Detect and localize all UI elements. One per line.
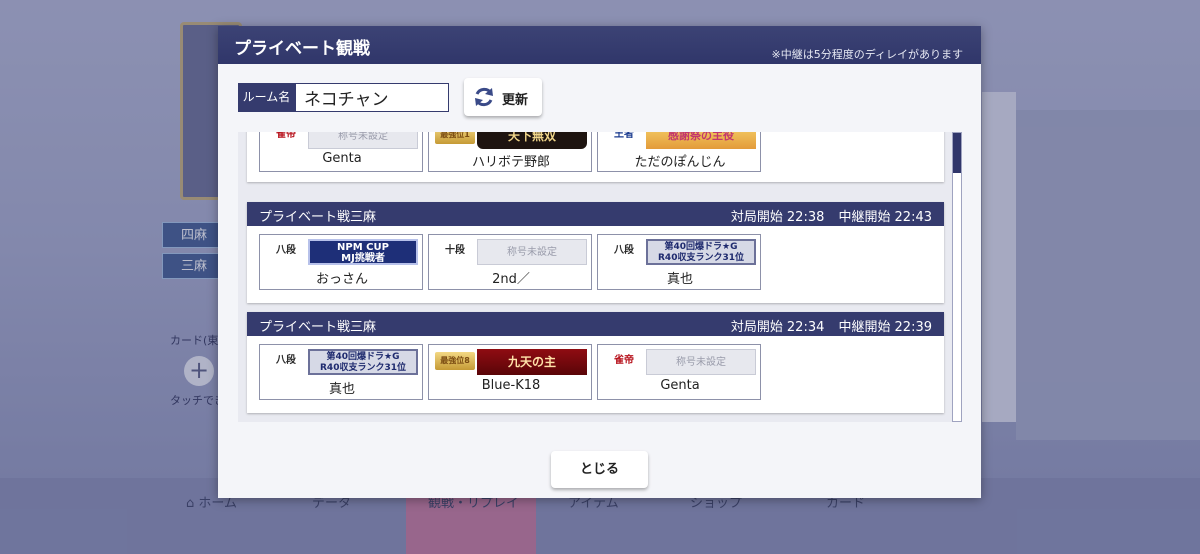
player-name: Genta bbox=[660, 378, 700, 393]
match-header: プライベート戦三麻 対局開始 22:34 中継開始 22:39 bbox=[247, 312, 944, 336]
refresh-label: 更新 bbox=[502, 93, 529, 108]
rank-badge: 王者 bbox=[614, 132, 634, 140]
title-plate: 天下無双 bbox=[477, 132, 587, 149]
match-card[interactable]: 雀帝 称号未設定 Genta 最強位1 天下無双 ハリボテ野郎 王者 感謝祭の主… bbox=[247, 132, 944, 182]
player-name: Genta bbox=[322, 151, 362, 166]
match-card[interactable]: プライベート戦三麻 対局開始 22:34 中継開始 22:39 八段 第40回爆ドラ… bbox=[247, 312, 944, 413]
player-card[interactable]: 八段 NPM CUP MJ挑戦者 おっさん bbox=[259, 234, 423, 290]
player-name: 2nd／ bbox=[492, 272, 530, 287]
title-plate: 第40回爆ドラ★G R40収支ランク31位 bbox=[646, 239, 756, 265]
player-name: Blue-K18 bbox=[481, 378, 541, 393]
dialog-header: プライベート観戦 ※中継は5分程度のディレイがあります bbox=[218, 26, 981, 64]
rank-badge: 八段 bbox=[276, 355, 296, 366]
title-plate: 称号未設定 bbox=[477, 239, 587, 265]
player-card[interactable]: 雀帝 称号未設定 Genta bbox=[597, 344, 761, 400]
player-name: ただのぽんじん bbox=[634, 155, 726, 170]
scrollbar-thumb[interactable] bbox=[953, 133, 961, 173]
player-name: ハリボテ野郎 bbox=[471, 155, 550, 170]
rank-badge: 最強位1 bbox=[435, 132, 475, 144]
player-card[interactable]: 最強位8 九天の主 Blue-K18 bbox=[428, 344, 592, 400]
private-watch-dialog: プライベート観戦 ※中継は5分程度のディレイがあります ルーム名 更新 雀帝 称… bbox=[218, 26, 981, 498]
room-name-label: ルーム名 bbox=[238, 83, 295, 112]
match-times: 対局開始 22:38 中継開始 22:43 bbox=[730, 210, 932, 225]
rank-badge: 最強位8 bbox=[435, 352, 475, 370]
player-card[interactable]: 八段 第40回爆ドラ★G R40収支ランク31位 真也 bbox=[259, 344, 423, 400]
player-card[interactable]: 十段 称号未設定 2nd／ bbox=[428, 234, 592, 290]
refresh-button[interactable]: 更新 bbox=[464, 78, 542, 116]
match-title: プライベート戦三麻 bbox=[259, 320, 377, 335]
rank-badge: 八段 bbox=[276, 245, 296, 256]
title-plate: 称号未設定 bbox=[308, 132, 418, 149]
player-card[interactable]: 王者 感謝祭の主役 ただのぽんじん bbox=[597, 132, 761, 172]
match-times: 対局開始 22:34 中継開始 22:39 bbox=[730, 320, 932, 335]
title-plate: 第40回爆ドラ★G R40収支ランク31位 bbox=[308, 349, 418, 375]
player-card[interactable]: 最強位1 天下無双 ハリボテ野郎 bbox=[428, 132, 592, 172]
player-card[interactable]: 八段 第40回爆ドラ★G R40収支ランク31位 真也 bbox=[597, 234, 761, 290]
title-plate: 九天の主 bbox=[477, 349, 587, 375]
title-plate: 称号未設定 bbox=[646, 349, 756, 375]
player-card[interactable]: 雀帝 称号未設定 Genta bbox=[259, 132, 423, 172]
title-plate: NPM CUP MJ挑戦者 bbox=[308, 239, 418, 265]
close-button[interactable]: とじる bbox=[551, 451, 648, 488]
list-scrollbar[interactable] bbox=[952, 132, 962, 422]
match-list[interactable]: 雀帝 称号未設定 Genta 最強位1 天下無双 ハリボテ野郎 王者 感謝祭の主… bbox=[238, 132, 960, 422]
delay-note: ※中継は5分程度のディレイがあります bbox=[771, 48, 963, 61]
room-name-input[interactable] bbox=[295, 83, 449, 112]
title-plate: 感謝祭の主役 bbox=[646, 132, 756, 149]
player-name: 真也 bbox=[666, 272, 693, 287]
refresh-icon bbox=[475, 87, 493, 107]
rank-badge: 雀帝 bbox=[276, 132, 296, 140]
dialog-title: プライベート観戦 bbox=[234, 39, 370, 59]
player-name: おっさん bbox=[315, 272, 368, 287]
match-title: プライベート戦三麻 bbox=[259, 210, 377, 225]
rank-badge: 八段 bbox=[614, 245, 634, 256]
rank-badge: 十段 bbox=[445, 245, 465, 256]
match-header: プライベート戦三麻 対局開始 22:38 中継開始 22:43 bbox=[247, 202, 944, 226]
match-card[interactable]: プライベート戦三麻 対局開始 22:38 中継開始 22:43 八段 NPM CUP… bbox=[247, 202, 944, 303]
rank-badge: 雀帝 bbox=[614, 355, 634, 366]
player-name: 真也 bbox=[328, 382, 355, 397]
